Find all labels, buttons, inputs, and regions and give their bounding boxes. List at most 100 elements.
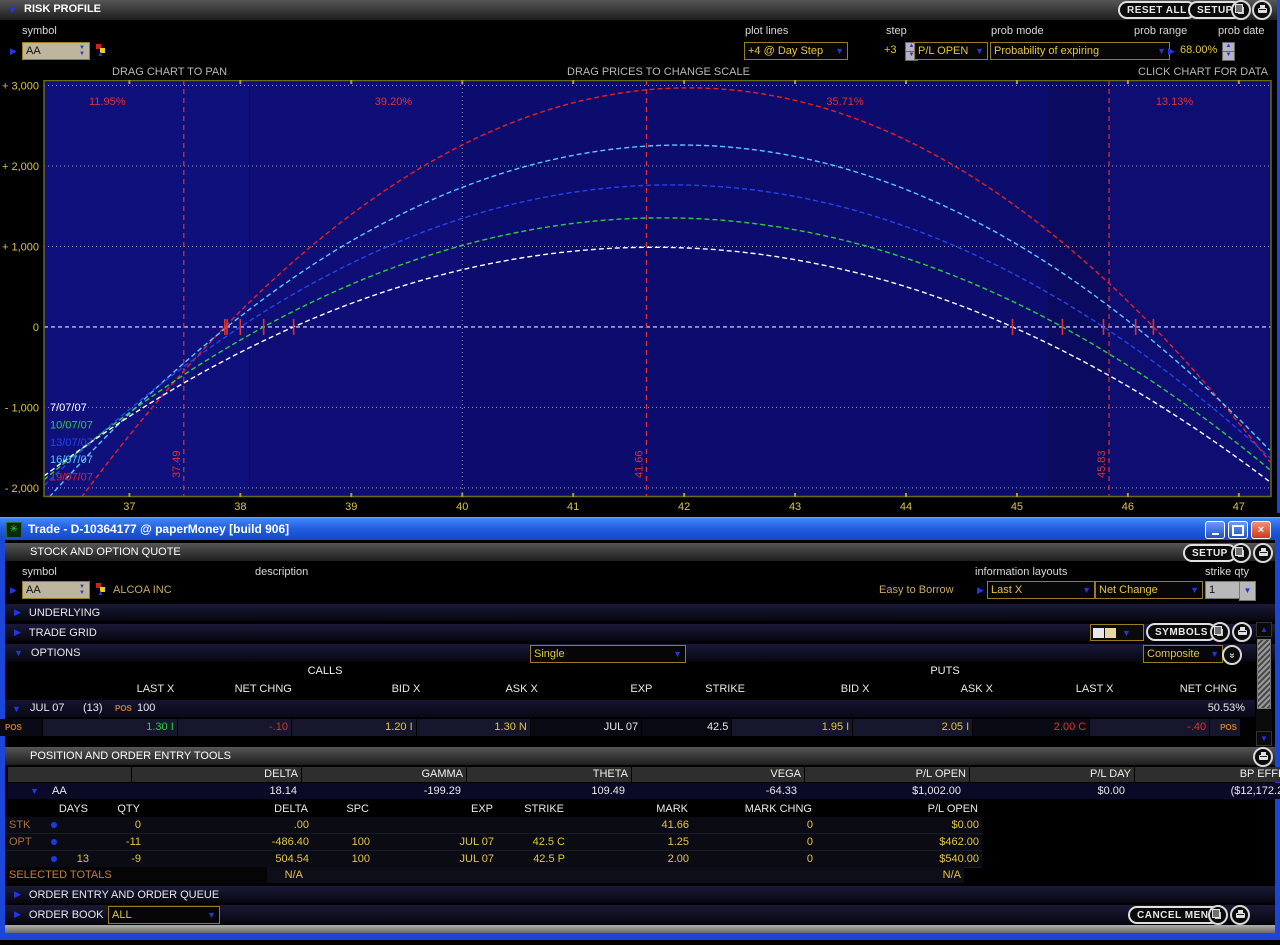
pos-header[interactable]: MARK [567, 802, 691, 816]
call-netchng-cell[interactable]: -.10 [177, 719, 291, 736]
quote-setup-button[interactable]: SETUP [1183, 544, 1237, 562]
plot-lines-select[interactable]: +4 @ Day Step▼ [744, 42, 848, 60]
risk-symbol-dropdown[interactable]: ▼▼ [75, 42, 90, 60]
strike-qty-input[interactable]: 1 [1205, 581, 1240, 599]
exp-cell[interactable]: JUL 07 [530, 719, 641, 736]
expand-icon[interactable]: ▶ [14, 889, 21, 900]
put-ask-cell[interactable]: 2.05 I [852, 719, 972, 736]
greek-header[interactable]: THETA [467, 767, 632, 782]
underlying-row[interactable]: ▶ UNDERLYING [5, 604, 1275, 621]
pos-header[interactable]: DELTA [143, 802, 311, 816]
col-header[interactable]: ASK X [873, 683, 997, 695]
pos-header[interactable]: QTY [91, 802, 143, 816]
greek-header[interactable]: VEGA [632, 767, 805, 782]
cell-qty[interactable]: -11 [92, 834, 144, 850]
order-book-filter-select[interactable]: ALL▼ [108, 906, 220, 924]
pos-header[interactable]: SPC [311, 802, 372, 816]
trade-symbol-dropdown[interactable]: ▼▼ [75, 581, 90, 599]
link-color-icon[interactable]: ▲ [96, 44, 108, 56]
layout1-select[interactable]: Last X▼ [987, 581, 1095, 599]
collapse-icon[interactable]: ▼ [12, 704, 21, 714]
position-print-icon[interactable] [1253, 747, 1273, 767]
prob-mode-expiring-select[interactable]: Probability of expiring▼ [990, 42, 1170, 60]
pos-header[interactable]: MARK CHNG [691, 802, 815, 816]
quote-print-icon[interactable] [1253, 543, 1273, 563]
print-icon[interactable] [1252, 0, 1272, 20]
layout2-select[interactable]: Net Change▼ [1095, 581, 1203, 599]
copy-icon[interactable] [1231, 0, 1251, 20]
scroll-up-button[interactable]: ▲ [1256, 622, 1272, 637]
svg-text:47: 47 [1233, 501, 1245, 513]
position-row-opt-put[interactable]: 13 -9 504.54 100 JUL 07 42.5 P 2.00 0 $5… [5, 851, 982, 868]
col-header[interactable]: LAST X [996, 683, 1117, 695]
scroll-thumb[interactable] [1257, 639, 1271, 709]
exchange-select[interactable]: Composite▼ [1143, 645, 1223, 663]
trade-symbol-input[interactable]: AA [22, 581, 80, 599]
put-bid-cell[interactable]: 1.95 I [731, 719, 852, 736]
book-print-icon[interactable] [1230, 905, 1250, 925]
position-row-opt-call[interactable]: OPT -11 -486.40 100 JUL 07 42.5 C 1.25 0… [5, 834, 982, 851]
col-header[interactable]: LAST X [38, 683, 177, 695]
col-header[interactable]: EXP [541, 683, 656, 695]
close-button[interactable]: × [1251, 521, 1271, 539]
order-entry-row[interactable]: ▶ ORDER ENTRY AND ORDER QUEUE [5, 886, 1275, 903]
prob-range-label: prob range [1134, 25, 1187, 37]
book-copy-icon[interactable] [1208, 905, 1228, 925]
cell-qty[interactable]: -9 [92, 851, 144, 867]
collapse-icon[interactable]: ▼ [30, 786, 39, 796]
expand-icon[interactable]: ▶ [14, 909, 21, 920]
col-header[interactable]: ASK X [423, 683, 541, 695]
grid-print-icon[interactable] [1232, 622, 1252, 642]
option-quote-row[interactable]: POS 1.30 I -.10 1.20 I 1.30 N JUL 07 42.… [0, 719, 1240, 736]
strike-cell[interactable]: 42.5 [641, 719, 731, 736]
expand-all-icon[interactable]: » [1222, 645, 1242, 665]
pos-header[interactable]: DAYS [56, 802, 91, 816]
expand-icon[interactable]: ▶ [14, 607, 21, 618]
col-header[interactable]: BID X [748, 683, 873, 695]
greek-header[interactable]: P/L OPEN [805, 767, 970, 782]
prob-mode-select[interactable]: P/L OPEN▼ [914, 42, 988, 60]
scroll-down-button[interactable]: ▼ [1256, 731, 1272, 746]
expand-icon[interactable]: ▶ [14, 627, 21, 638]
trade-link-color-icon[interactable]: ▲ [96, 583, 108, 595]
put-last-cell[interactable]: 2.00 C [972, 719, 1089, 736]
collapse-section-icon[interactable]: ▼ [8, 5, 17, 15]
column-layout-picker[interactable]: ▼ [1090, 624, 1144, 641]
call-last-cell[interactable]: 1.30 I [42, 719, 177, 736]
greek-header[interactable]: DELTA [132, 767, 302, 782]
underlying-greeks-row[interactable]: ▼ AA 18.14 -199.29 109.49 -64.33 $1,002.… [8, 783, 1280, 799]
position-row-stk[interactable]: STK 0 .00 41.66 0 $0.00 [5, 817, 982, 834]
risk-profile-chart[interactable]: 37.4941.6645.8311.95%39.20%35.71%13.13%3… [0, 80, 1280, 513]
greek-header[interactable]: P/L DAY [970, 767, 1135, 782]
spread-type-select[interactable]: Single▼ [530, 645, 686, 663]
selected-totals-label: SELECTED TOTALS [5, 867, 267, 883]
options-scrollbar[interactable]: ▲ ▼ [1256, 622, 1272, 746]
collapse-icon[interactable]: ▼ [14, 648, 23, 658]
prob-range-spinner[interactable]: ▲▼ [1222, 42, 1235, 61]
col-header[interactable]: BID X [295, 683, 423, 695]
expiry-series-row[interactable]: ▼ JUL 07 (13) POS 100 50.53% [5, 700, 1255, 717]
quote-copy-icon[interactable] [1231, 543, 1251, 563]
minimize-button[interactable] [1205, 521, 1225, 539]
cell-qty[interactable]: 0 [92, 817, 144, 833]
col-header[interactable]: NET CHNG [1117, 683, 1241, 695]
cell-delta: 504.54 [144, 851, 312, 867]
call-bid-cell[interactable]: 1.20 I [291, 719, 416, 736]
pos-header[interactable]: EXP [372, 802, 496, 816]
greek-header[interactable]: GAMMA [302, 767, 467, 782]
trade-grid-row[interactable]: ▶ TRADE GRID [5, 624, 1275, 641]
put-netchng-cell[interactable]: -.40 [1089, 719, 1209, 736]
reset-all-button[interactable]: RESET ALL [1118, 1, 1196, 19]
col-header[interactable]: NET CHNG [177, 683, 295, 695]
call-ask-cell[interactable]: 1.30 N [416, 719, 530, 736]
col-header[interactable]: STRIKE [655, 683, 748, 695]
risk-symbol-input[interactable]: AA [22, 42, 80, 60]
trade-titlebar[interactable]: ✳ Trade - D-10364177 @ paperMoney [build… [0, 517, 1280, 540]
pos-header[interactable]: STRIKE [496, 802, 567, 816]
symbols-button[interactable]: SYMBOLS [1146, 623, 1217, 641]
grid-copy-icon[interactable] [1210, 622, 1230, 642]
maximize-button[interactable] [1228, 521, 1248, 539]
greek-header[interactable]: BP EFFECT [1135, 767, 1280, 782]
strike-qty-dropdown[interactable]: ▼ [1239, 581, 1256, 601]
pos-header[interactable]: P/L OPEN [815, 802, 981, 816]
